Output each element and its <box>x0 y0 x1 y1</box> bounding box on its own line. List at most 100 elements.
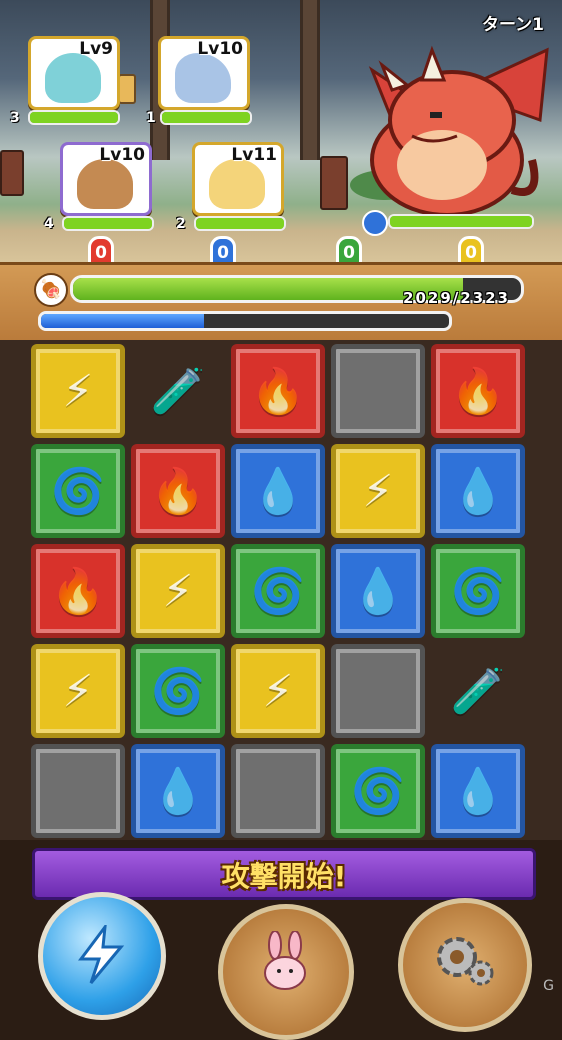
hp-text: 2029/2323 <box>403 289 510 307</box>
lantern <box>118 74 136 104</box>
water-icon: 💧 <box>450 766 506 817</box>
background-pillar <box>300 0 320 160</box>
board-cell[interactable]: 🧪 <box>431 644 525 738</box>
bottom-controls: G <box>0 892 562 1040</box>
water-orb[interactable]: 💧 <box>131 744 225 838</box>
board-cell[interactable]: 🌀 <box>131 644 225 738</box>
water-orb[interactable]: 💧 <box>431 744 525 838</box>
board-cell[interactable]: 🔥 <box>231 344 325 438</box>
light-icon: ⚡ <box>262 665 294 717</box>
board-cell[interactable]: 🧪 <box>131 344 225 438</box>
board-cell[interactable] <box>331 344 425 438</box>
water-icon: 💧 <box>250 466 306 517</box>
character-portrait <box>175 53 231 103</box>
board-cell[interactable]: ⚡ <box>331 444 425 538</box>
board-cell[interactable] <box>231 744 325 838</box>
dragon-enemy[interactable] <box>362 40 552 220</box>
light-orb[interactable]: ⚡ <box>31 344 125 438</box>
light-icon: ⚡ <box>62 365 94 417</box>
party-member-card[interactable]: Lv9 <box>28 36 120 110</box>
water-orb[interactable]: 💧 <box>431 444 525 538</box>
water-counter: 0 <box>210 236 236 262</box>
attack-start-label: 攻撃開始! <box>221 860 347 893</box>
light-orb[interactable]: ⚡ <box>331 444 425 538</box>
water-icon: 💧 <box>150 766 206 817</box>
stone-orb[interactable] <box>231 744 325 838</box>
board-cell[interactable]: 💧 <box>331 544 425 638</box>
board-cell[interactable]: 🌀 <box>31 444 125 538</box>
character-portrait <box>209 159 265 209</box>
party-hp-bar <box>62 216 154 231</box>
board-cell[interactable]: 💧 <box>231 444 325 538</box>
fire-icon: 🔥 <box>150 466 206 517</box>
fire-orb[interactable]: 🔥 <box>31 544 125 638</box>
board-cell[interactable]: 🔥 <box>431 344 525 438</box>
gear-icon <box>437 937 494 986</box>
lightning-icon <box>78 925 125 984</box>
level-label: Lv11 <box>231 145 277 165</box>
light-orb[interactable]: ⚡ <box>131 544 225 638</box>
light-icon: ⚡ <box>62 665 94 717</box>
board-cell[interactable]: 🌀 <box>331 744 425 838</box>
wood-orb[interactable]: 🌀 <box>31 444 125 538</box>
light-icon: ⚡ <box>162 565 194 617</box>
board-cell[interactable]: 🌀 <box>431 544 525 638</box>
level-label: Lv10 <box>99 145 145 165</box>
wood-orb[interactable]: 🌀 <box>131 644 225 738</box>
stone-orb[interactable] <box>31 744 125 838</box>
wood-orb[interactable]: 🌀 <box>331 744 425 838</box>
light-orb[interactable]: ⚡ <box>31 644 125 738</box>
party-hp-bar <box>194 216 286 231</box>
fire-icon: 🔥 <box>50 566 106 617</box>
fire-icon: 🔥 <box>250 366 306 417</box>
party-member-card[interactable]: Lv10 <box>158 36 250 110</box>
party-member-card[interactable]: Lv10 <box>60 142 152 216</box>
skill-button[interactable] <box>38 892 166 1020</box>
potion-icon: 🧪 <box>450 666 506 717</box>
fire-orb[interactable]: 🔥 <box>131 444 225 538</box>
board-cell[interactable]: 💧 <box>431 444 525 538</box>
board-cell[interactable]: ⚡ <box>131 544 225 638</box>
water-icon: 💧 <box>350 566 406 617</box>
wood-icon: 🌀 <box>250 566 306 617</box>
board-cell[interactable]: 🔥 <box>31 544 125 638</box>
party-member-card[interactable]: Lv11 <box>192 142 284 216</box>
board-cell[interactable] <box>31 744 125 838</box>
fence-post <box>320 156 348 210</box>
stone-orb[interactable] <box>331 344 425 438</box>
water-element-icon <box>362 210 388 236</box>
water-orb[interactable]: 💧 <box>231 444 325 538</box>
level-label: Lv9 <box>79 39 113 59</box>
board-cell[interactable]: 💧 <box>431 744 525 838</box>
light-orb[interactable]: ⚡ <box>231 644 325 738</box>
wood-orb[interactable]: 🌀 <box>231 544 325 638</box>
board-cell[interactable]: ⚡ <box>231 644 325 738</box>
board-cell[interactable] <box>331 644 425 738</box>
board-cell[interactable]: 💧 <box>131 744 225 838</box>
settings-button[interactable] <box>398 898 532 1032</box>
board-cell[interactable]: ⚡ <box>31 344 125 438</box>
character-portrait <box>45 53 101 103</box>
enemy-hp-bar <box>388 214 534 229</box>
board-cell[interactable]: ⚡ <box>31 644 125 738</box>
party-hp-bar <box>160 110 252 125</box>
water-orb[interactable]: 💧 <box>331 544 425 638</box>
light-icon: ⚡ <box>362 465 394 517</box>
pet-button[interactable] <box>218 904 354 1040</box>
potion-orb[interactable]: 🧪 <box>131 344 225 438</box>
fence-post <box>0 150 24 196</box>
board-cell[interactable]: 🌀 <box>231 544 325 638</box>
wood-icon: 🌀 <box>50 466 106 517</box>
potion-orb[interactable]: 🧪 <box>431 644 525 738</box>
water-icon: 💧 <box>450 466 506 517</box>
fire-orb[interactable]: 🔥 <box>431 344 525 438</box>
wood-icon: 🌀 <box>350 766 406 817</box>
board-cell[interactable]: 🔥 <box>131 444 225 538</box>
fire-orb[interactable]: 🔥 <box>231 344 325 438</box>
battle-scene: ターン1 Lv9 3 Lv10 1 Lv10 4 Lv11 2 0 0 0 0 <box>0 0 562 262</box>
level-label: Lv10 <box>197 39 243 59</box>
wood-orb[interactable]: 🌀 <box>431 544 525 638</box>
potion-icon: 🧪 <box>150 366 206 417</box>
party-count: 4 <box>44 216 54 232</box>
stone-orb[interactable] <box>331 644 425 738</box>
